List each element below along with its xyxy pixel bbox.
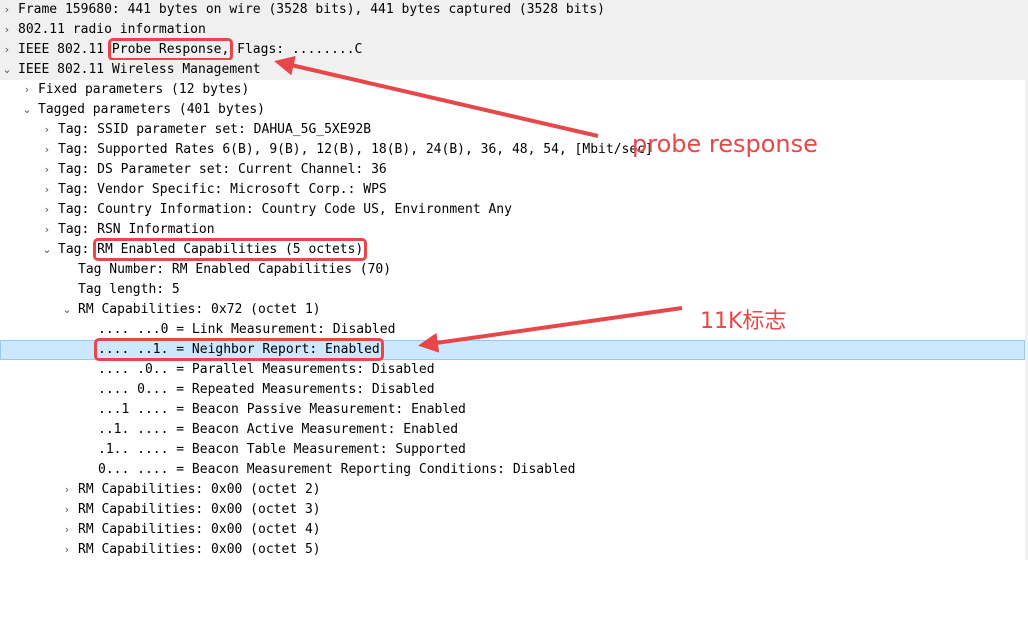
- chevron-down-icon[interactable]: ⌄: [1, 60, 13, 80]
- tree-row-tag-number[interactable]: Tag Number: RM Enabled Capabilities (70): [0, 260, 1025, 280]
- tree-row-label: RM Capabilities: 0x00 (octet 4): [78, 522, 321, 537]
- tree-row-parallel-measurements[interactable]: .... .0.. = Parallel Measurements: Disab…: [0, 360, 1025, 380]
- tree-row-label: RM Capabilities: 0x00 (octet 3): [78, 502, 321, 517]
- chevron-right-icon[interactable]: ›: [61, 480, 73, 500]
- tree-row-beacon-passive[interactable]: ...1 .... = Beacon Passive Measurement: …: [0, 400, 1025, 420]
- chevron-right-icon[interactable]: ›: [61, 540, 73, 560]
- label-prefix: Tag:: [58, 242, 98, 257]
- tree-row-label: .1.. .... = Beacon Table Measurement: Su…: [98, 442, 466, 457]
- probe-response-annotation: probe response: [632, 130, 818, 158]
- tree-row-tagged-parameters[interactable]: ⌄ Tagged parameters (401 bytes): [0, 100, 1025, 120]
- chevron-right-icon[interactable]: ›: [1, 20, 13, 40]
- tree-row-label: IEEE 802.11 Probe Response, Flags: .....…: [18, 38, 363, 61]
- probe-response-highlight: Probe Response,: [107, 38, 234, 61]
- 11k-flag-annotation: 11K标志: [700, 309, 787, 334]
- tree-row-rm-octet-2[interactable]: › RM Capabilities: 0x00 (octet 2): [0, 480, 1025, 500]
- label-prefix: IEEE 802.11: [18, 42, 112, 57]
- chevron-right-icon[interactable]: ›: [1, 40, 13, 60]
- tree-row-tag-rsn[interactable]: › Tag: RSN Information: [0, 220, 1025, 240]
- neighbor-report-highlight: .... ..1. = Neighbor Report: Enabled: [94, 338, 384, 361]
- tree-row-ieee-header[interactable]: › IEEE 802.11 Probe Response, Flags: ...…: [0, 38, 1025, 61]
- tree-row-rm-octet-5[interactable]: › RM Capabilities: 0x00 (octet 5): [0, 540, 1025, 560]
- chevron-right-icon[interactable]: ›: [41, 120, 53, 140]
- tree-row-tag-rm-enabled[interactable]: ⌄ Tag: RM Enabled Capabilities (5 octets…: [0, 238, 1025, 261]
- tree-row-label: 0... .... = Beacon Measurement Reporting…: [98, 462, 576, 477]
- tree-row-label: ...1 .... = Beacon Passive Measurement: …: [98, 402, 466, 417]
- tree-row-tag-vendor-specific[interactable]: › Tag: Vendor Specific: Microsoft Corp.:…: [0, 180, 1025, 200]
- chevron-right-icon[interactable]: ›: [21, 80, 33, 100]
- tree-row-label: Tag: SSID parameter set: DAHUA_5G_5XE92B: [58, 122, 372, 137]
- tree-row-label: Frame 159680: 441 bytes on wire (3528 bi…: [18, 2, 605, 17]
- tree-row-label: Tag: Supported Rates 6(B), 9(B), 12(B), …: [58, 142, 653, 157]
- tree-row-rm-octet-1[interactable]: ⌄ RM Capabilities: 0x72 (octet 1): [0, 300, 1025, 320]
- tree-row-tag-supported-rates[interactable]: › Tag: Supported Rates 6(B), 9(B), 12(B)…: [0, 140, 1025, 160]
- tree-row-repeated-measurements[interactable]: .... 0... = Repeated Measurements: Disab…: [0, 380, 1025, 400]
- tree-row-label: Tag: RSN Information: [58, 222, 215, 237]
- tree-row-label: RM Capabilities: 0x72 (octet 1): [78, 302, 321, 317]
- tree-row-label: Tag: Country Information: Country Code U…: [58, 202, 512, 217]
- tree-row-frame[interactable]: › Frame 159680: 441 bytes on wire (3528 …: [0, 0, 1025, 20]
- tree-row-label: Tag: RM Enabled Capabilities (5 octets): [58, 238, 368, 261]
- tree-row-label: Tag: DS Parameter set: Current Channel: …: [58, 162, 387, 177]
- tree-row-label: .... ...0 = Link Measurement: Disabled: [98, 322, 396, 337]
- tree-row-radio-info[interactable]: › 802.11 radio information: [0, 20, 1025, 40]
- chevron-down-icon[interactable]: ⌄: [61, 300, 73, 320]
- tree-row-tag-ds-parameter[interactable]: › Tag: DS Parameter set: Current Channel…: [0, 160, 1025, 180]
- label-suffix: Flags: ........C: [229, 42, 363, 57]
- tree-row-label: .... ..1. = Neighbor Report: Enabled: [94, 338, 384, 361]
- tree-row-tag-length[interactable]: Tag length: 5: [0, 280, 1025, 300]
- chevron-down-icon[interactable]: ⌄: [41, 240, 53, 260]
- tree-row-beacon-reporting[interactable]: 0... .... = Beacon Measurement Reporting…: [0, 460, 1025, 480]
- tree-row-link-measurement[interactable]: .... ...0 = Link Measurement: Disabled: [0, 320, 1025, 340]
- tree-row-label: .... 0... = Repeated Measurements: Disab…: [98, 382, 435, 397]
- tree-row-label: ..1. .... = Beacon Active Measurement: E…: [98, 422, 459, 437]
- tree-row-tag-ssid[interactable]: › Tag: SSID parameter set: DAHUA_5G_5XE9…: [0, 120, 1025, 140]
- chevron-right-icon[interactable]: ›: [41, 200, 53, 220]
- tree-row-label: 802.11 radio information: [18, 22, 206, 37]
- tree-row-label: Fixed parameters (12 bytes): [38, 82, 250, 97]
- chevron-down-icon[interactable]: ⌄: [21, 100, 33, 120]
- chevron-right-icon[interactable]: ›: [41, 160, 53, 180]
- tree-row-label: Tag: Vendor Specific: Microsoft Corp.: W…: [58, 182, 387, 197]
- tree-row-label: Tag length: 5: [78, 282, 180, 297]
- tree-row-label: IEEE 802.11 Wireless Management: [18, 62, 261, 77]
- tree-row-label: RM Capabilities: 0x00 (octet 5): [78, 542, 321, 557]
- rm-enabled-highlight: RM Enabled Capabilities (5 octets): [93, 238, 368, 261]
- chevron-right-icon[interactable]: ›: [1, 0, 13, 20]
- tree-row-beacon-active[interactable]: ..1. .... = Beacon Active Measurement: E…: [0, 420, 1025, 440]
- tree-row-wireless-management[interactable]: ⌄ IEEE 802.11 Wireless Management: [0, 60, 1025, 80]
- tree-row-rm-octet-4[interactable]: › RM Capabilities: 0x00 (octet 4): [0, 520, 1025, 540]
- chevron-right-icon[interactable]: ›: [61, 500, 73, 520]
- tree-row-label: Tag Number: RM Enabled Capabilities (70): [78, 262, 392, 277]
- chevron-right-icon[interactable]: ›: [41, 220, 53, 240]
- chevron-right-icon[interactable]: ›: [41, 140, 53, 160]
- chevron-right-icon[interactable]: ›: [41, 180, 53, 200]
- tree-row-beacon-table[interactable]: .1.. .... = Beacon Table Measurement: Su…: [0, 440, 1025, 460]
- tree-row-label: Tagged parameters (401 bytes): [38, 102, 265, 117]
- tree-row-tag-country[interactable]: › Tag: Country Information: Country Code…: [0, 200, 1025, 220]
- tree-row-rm-octet-3[interactable]: › RM Capabilities: 0x00 (octet 3): [0, 500, 1025, 520]
- tree-row-label: .... .0.. = Parallel Measurements: Disab…: [98, 362, 435, 377]
- tree-row-neighbor-report[interactable]: .... ..1. = Neighbor Report: Enabled: [0, 338, 1025, 361]
- tree-row-fixed-parameters[interactable]: › Fixed parameters (12 bytes): [0, 80, 1025, 100]
- chevron-right-icon[interactable]: ›: [61, 520, 73, 540]
- packet-details-tree: › Frame 159680: 441 bytes on wire (3528 …: [0, 0, 1025, 560]
- tree-row-label: RM Capabilities: 0x00 (octet 2): [78, 482, 321, 497]
